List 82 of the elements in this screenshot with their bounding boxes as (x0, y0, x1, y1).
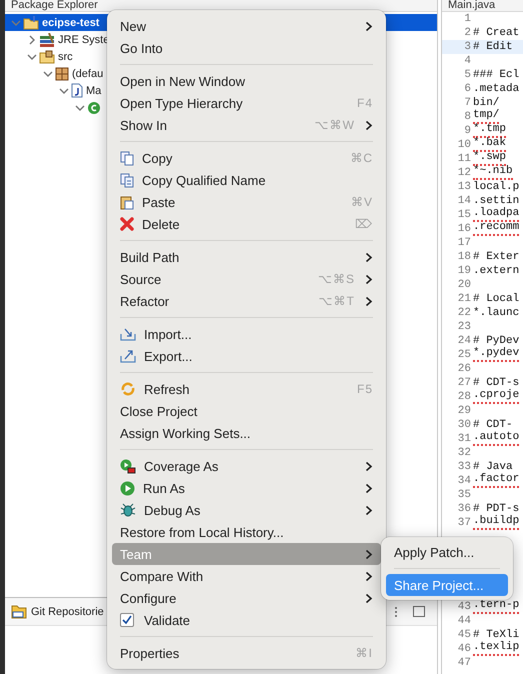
shortcut-label: ⌘C (350, 151, 373, 165)
line-number: 30 (456, 419, 472, 431)
line-number: 28 (456, 391, 472, 403)
line-number: 18 (456, 251, 472, 263)
code-line: tmp/ (473, 110, 500, 121)
line-number: 8 (463, 111, 472, 123)
code-line: *~.nib (473, 166, 513, 177)
code-line: .extern (473, 266, 520, 276)
line-number: 21 (456, 293, 472, 305)
code-line: *.bak (473, 138, 506, 149)
code-line: .cproje (473, 390, 520, 401)
line-number: 45 (456, 629, 472, 641)
shortcut-label: F5 (356, 382, 373, 396)
line-number: 33 (456, 461, 472, 473)
line-number: 13 (456, 181, 472, 193)
code-line: # CDT- (473, 420, 513, 430)
line-number: 26 (456, 363, 472, 375)
code-line: .autoto (473, 432, 520, 443)
code-line: # PyDev (473, 336, 520, 346)
code-line: .loadpa (473, 208, 520, 219)
code-line: *.launc (473, 308, 520, 318)
line-number: 36 (456, 503, 472, 515)
line-number: 19 (456, 265, 472, 277)
line-number: 37 (456, 517, 472, 529)
code-line: local.p (473, 182, 520, 192)
line-number: 2 (463, 27, 472, 39)
line-number: 17 (456, 237, 472, 249)
shortcut-label: ⌘I (356, 646, 373, 660)
line-number: 35 (456, 489, 472, 501)
shortcut-label: ⌥⌘S (318, 272, 355, 286)
code-line: # Exter (473, 252, 520, 262)
line-number: 1 (463, 13, 472, 25)
code-line: .settin (473, 196, 520, 206)
code-line: *.pydev (473, 348, 520, 359)
line-number: 3 (463, 41, 472, 53)
line-number: 15 (456, 209, 472, 221)
code-line: .tern-p (473, 600, 520, 611)
code-line: # CDT-s (473, 378, 520, 388)
line-number: 12 (456, 167, 472, 179)
code-line: .metada (473, 84, 520, 94)
code-line: .factor (473, 474, 520, 485)
code-line: *.tmp (473, 124, 506, 135)
line-number: 29 (456, 405, 472, 417)
code-line: # Creat (473, 28, 520, 38)
line-number: 46 (456, 643, 472, 655)
line-number: 47 (456, 657, 472, 669)
shortcut-label: ⌘V (350, 195, 373, 209)
line-number: 10 (456, 139, 472, 151)
code-line: .buildp (473, 516, 520, 527)
line-number: 43 (456, 601, 472, 613)
line-number: 34 (456, 475, 472, 487)
code-line: # Local (473, 294, 520, 304)
line-number: 20 (456, 279, 472, 291)
code-line: *.swp (473, 152, 506, 163)
line-number: 16 (456, 223, 472, 235)
line-number: 31 (456, 433, 472, 445)
line-number: 7 (463, 97, 472, 109)
code-line: .recomm (473, 222, 520, 233)
code-line: # PDT-s (473, 504, 520, 514)
code-line: ### Ecl (473, 70, 520, 80)
line-number: 22 (456, 307, 472, 319)
line-number: 44 (456, 615, 472, 627)
line-number: 5 (463, 69, 472, 81)
line-number: 14 (456, 195, 472, 207)
line-number: 4 (463, 55, 472, 67)
shortcut-label: F4 (356, 96, 373, 110)
code-line: # Edit (473, 42, 513, 52)
code-line: .texlip (473, 642, 520, 653)
line-number: 27 (456, 377, 472, 389)
line-number: 6 (463, 83, 472, 95)
line-number: 9 (463, 125, 472, 137)
line-number: 11 (456, 153, 472, 165)
shortcut-label: ⌦ (355, 217, 373, 231)
code-line: # Java (473, 462, 513, 472)
shortcut-label: ⌥⌘T (318, 294, 355, 308)
line-number: 32 (456, 447, 472, 459)
line-number: 25 (456, 349, 472, 361)
shortcut-label: ⌥⌘W (314, 118, 355, 132)
code-line: # TeXli (473, 630, 520, 640)
line-number: 23 (456, 321, 472, 333)
code-line: bin/ (473, 98, 500, 108)
line-number: 24 (456, 335, 472, 347)
